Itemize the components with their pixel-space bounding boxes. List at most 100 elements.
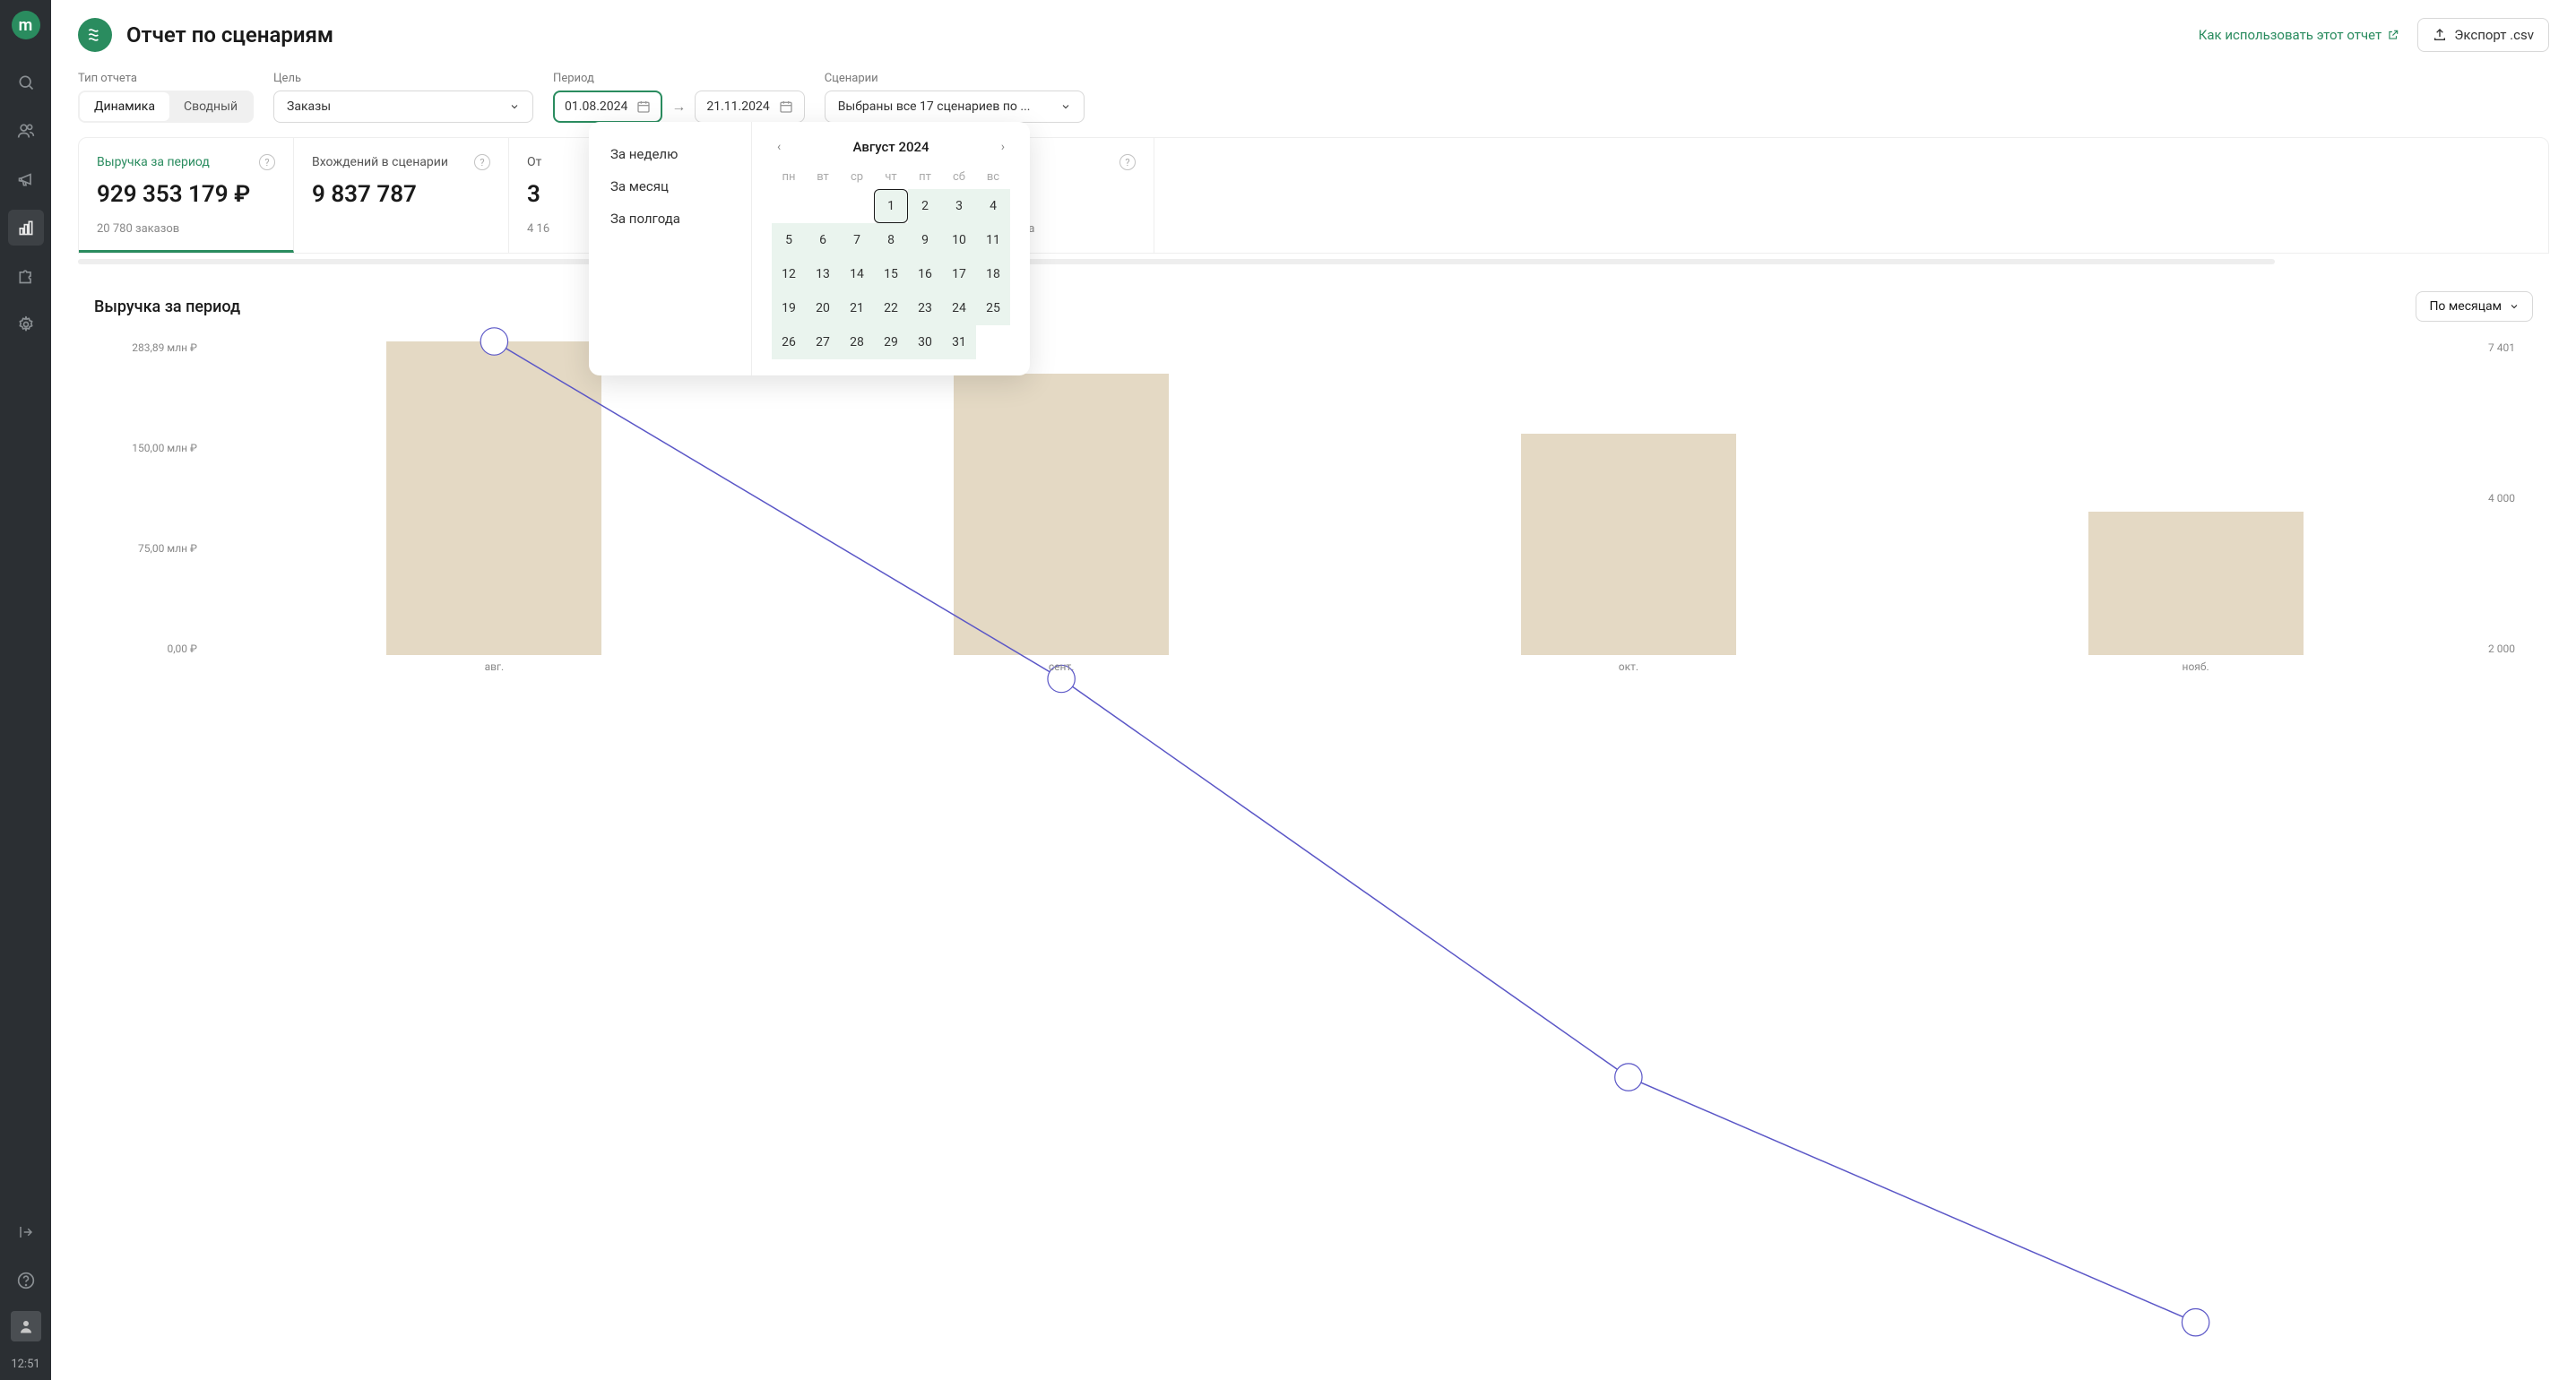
date-from-input[interactable]: 01.08.2024 xyxy=(553,91,662,123)
chevron-down-icon xyxy=(2509,301,2520,312)
megaphone-icon[interactable] xyxy=(8,161,44,197)
y-tick-right: 2 000 xyxy=(2488,643,2515,655)
report-type-toggle: Динамика Сводный xyxy=(78,91,254,123)
collapse-icon[interactable] xyxy=(8,1214,44,1250)
page-header: Отчет по сценариям Как использовать этот… xyxy=(51,0,2576,63)
calendar-icon xyxy=(636,99,651,114)
x-tick: сент. xyxy=(778,660,1345,682)
metric-value: 9 837 787 xyxy=(312,181,490,208)
quick-month[interactable]: За месяц xyxy=(589,170,751,203)
calendar-day[interactable]: 29 xyxy=(874,325,908,359)
goal-value: Заказы xyxy=(287,99,331,114)
help-tooltip-icon[interactable]: ? xyxy=(259,154,275,170)
y-tick-right: 7 401 xyxy=(2488,341,2515,354)
calendar-day[interactable]: 22 xyxy=(874,291,908,325)
metric-card[interactable]: Выручка за период ? 929 353 179 ₽ 20 780… xyxy=(79,138,294,253)
upload-icon xyxy=(2433,28,2447,42)
y-tick-left: 75,00 млн ₽ xyxy=(138,542,197,555)
page-title: Отчет по сценариям xyxy=(126,22,333,47)
calendar-dow: чт xyxy=(874,165,908,189)
calendar-day[interactable]: 3 xyxy=(942,189,976,223)
metric-cards: Выручка за период ? 929 353 179 ₽ 20 780… xyxy=(78,137,2549,254)
y-tick-left: 283,89 млн ₽ xyxy=(132,341,197,354)
y-tick-left: 0,00 ₽ xyxy=(167,643,197,655)
calendar-day[interactable]: 12 xyxy=(772,257,806,291)
date-picker-popover: За неделю За месяц За полгода ‹ Август 2… xyxy=(589,122,1030,375)
y-tick-left: 150,00 млн ₽ xyxy=(132,442,197,454)
external-link-icon xyxy=(2387,29,2399,41)
export-csv-button[interactable]: Экспорт .csv xyxy=(2417,18,2549,52)
chevron-down-icon xyxy=(1060,101,1071,112)
calendar-day[interactable]: 25 xyxy=(976,291,1010,325)
scenarios-select[interactable]: Выбраны все 17 сценариев по ... xyxy=(825,91,1085,123)
y-tick-right: 4 000 xyxy=(2488,492,2515,505)
chevron-down-icon xyxy=(509,101,520,112)
chart-grouping-select[interactable]: По месяцам xyxy=(2416,291,2533,322)
quick-date-list: За неделю За месяц За полгода xyxy=(589,122,752,375)
next-month-button[interactable]: › xyxy=(996,136,1010,158)
calendar-day[interactable]: 15 xyxy=(874,257,908,291)
chart-title: Выручка за период xyxy=(94,298,240,316)
calendar-day[interactable]: 17 xyxy=(942,257,976,291)
calendar-day[interactable]: 1 xyxy=(874,189,908,223)
calendar-month-label: Август 2024 xyxy=(852,139,929,155)
metric-title-label: Вхождений в сценарии xyxy=(312,155,448,169)
calendar-day[interactable]: 21 xyxy=(840,291,874,325)
report-type-label: Тип отчета xyxy=(78,72,254,85)
calendar-icon xyxy=(779,99,793,114)
calendar-day[interactable]: 7 xyxy=(840,223,874,257)
how-to-link[interactable]: Как использовать этот отчет xyxy=(2199,27,2400,43)
toggle-summary[interactable]: Сводный xyxy=(169,92,252,121)
calendar-day[interactable]: 5 xyxy=(772,223,806,257)
calendar-day[interactable]: 26 xyxy=(772,325,806,359)
help-icon[interactable] xyxy=(8,1263,44,1298)
goal-select[interactable]: Заказы xyxy=(273,91,533,123)
calendar-day[interactable]: 28 xyxy=(840,325,874,359)
calendar-dow: пн xyxy=(772,165,806,189)
calendar-day[interactable]: 23 xyxy=(908,291,942,325)
calendar-day[interactable]: 6 xyxy=(806,223,840,257)
user-avatar[interactable] xyxy=(11,1311,41,1341)
filter-bar: Тип отчета Динамика Сводный Цель Заказы … xyxy=(51,63,2576,137)
app-logo[interactable]: m xyxy=(12,11,40,39)
chart-panel: Выручка за период По месяцам 283,89 млн … xyxy=(78,264,2549,682)
calendar-day[interactable]: 4 xyxy=(976,189,1010,223)
reports-icon[interactable] xyxy=(8,210,44,246)
calendar-day[interactable]: 10 xyxy=(942,223,976,257)
calendar-day[interactable]: 14 xyxy=(840,257,874,291)
calendar-day[interactable]: 2 xyxy=(908,189,942,223)
date-to-input[interactable]: 21.11.2024 xyxy=(695,91,804,123)
toggle-dynamics[interactable]: Динамика xyxy=(80,92,169,121)
gear-icon[interactable] xyxy=(8,306,44,342)
x-axis-labels: авг.сент.окт.нояб. xyxy=(211,660,2479,682)
calendar-day[interactable]: 20 xyxy=(806,291,840,325)
calendar-day[interactable]: 19 xyxy=(772,291,806,325)
calendar-day[interactable]: 8 xyxy=(874,223,908,257)
prev-month-button[interactable]: ‹ xyxy=(772,136,786,158)
search-icon[interactable] xyxy=(8,65,44,100)
help-tooltip-icon[interactable]: ? xyxy=(1119,154,1136,170)
calendar-day[interactable]: 13 xyxy=(806,257,840,291)
metric-value: 929 353 179 ₽ xyxy=(97,181,275,208)
users-icon[interactable] xyxy=(8,113,44,149)
calendar-day[interactable]: 30 xyxy=(908,325,942,359)
date-to-value: 21.11.2024 xyxy=(706,99,769,114)
help-tooltip-icon[interactable]: ? xyxy=(474,154,490,170)
puzzle-icon[interactable] xyxy=(8,258,44,294)
metric-card[interactable]: Вхождений в сценарии ? 9 837 787 xyxy=(294,138,509,253)
calendar-day[interactable]: 16 xyxy=(908,257,942,291)
scenarios-label: Сценарии xyxy=(825,72,1085,85)
how-to-link-label: Как использовать этот отчет xyxy=(2199,27,2382,43)
calendar-day[interactable]: 27 xyxy=(806,325,840,359)
calendar-day[interactable]: 24 xyxy=(942,291,976,325)
calendar-dow: сб xyxy=(942,165,976,189)
calendar-dow: вт xyxy=(806,165,840,189)
calendar-day[interactable]: 31 xyxy=(942,325,976,359)
metric-title-label: Выручка за период xyxy=(97,155,210,169)
calendar-day[interactable]: 9 xyxy=(908,223,942,257)
calendar-day[interactable]: 11 xyxy=(976,223,1010,257)
quick-halfyear[interactable]: За полгода xyxy=(589,203,751,235)
scenarios-value: Выбраны все 17 сценариев по ... xyxy=(838,99,1031,114)
calendar-day[interactable]: 18 xyxy=(976,257,1010,291)
quick-week[interactable]: За неделю xyxy=(589,138,751,170)
